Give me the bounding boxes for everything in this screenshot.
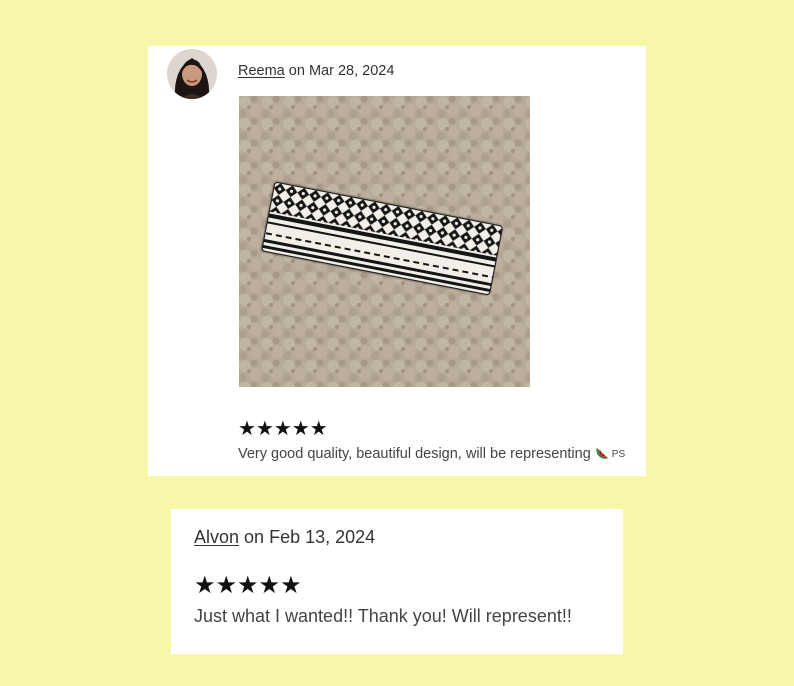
reviewer-avatar[interactable] — [167, 49, 217, 99]
review-date: on Feb 13, 2024 — [244, 527, 376, 547]
watermelon-icon — [595, 445, 610, 464]
review-meta: Alvon on Feb 13, 2024 — [194, 527, 375, 548]
review-card: Alvon on Feb 13, 2024 ★★★★★ Just what I … — [171, 509, 623, 654]
review-body: Very good quality, beautiful design, wil… — [238, 446, 591, 462]
review-suffix: PS — [611, 449, 626, 460]
review-date: on Mar 28, 2024 — [288, 63, 395, 79]
reviewer-name-link[interactable]: Reema — [238, 63, 285, 79]
review-card: Reema on Mar 28, 2024 ★★★★★ Very good qu… — [148, 46, 646, 476]
review-text: Just what I wanted!! Thank you! Will rep… — [194, 606, 572, 626]
star-rating: ★★★★★ — [194, 571, 302, 599]
review-meta: Reema on Mar 28, 2024 — [238, 63, 394, 79]
reviewer-name-link[interactable]: Alvon — [194, 527, 239, 547]
star-rating: ★★★★★ — [238, 416, 328, 440]
review-text: Very good quality, beautiful design, wil… — [238, 445, 625, 464]
review-photo[interactable] — [239, 96, 530, 387]
